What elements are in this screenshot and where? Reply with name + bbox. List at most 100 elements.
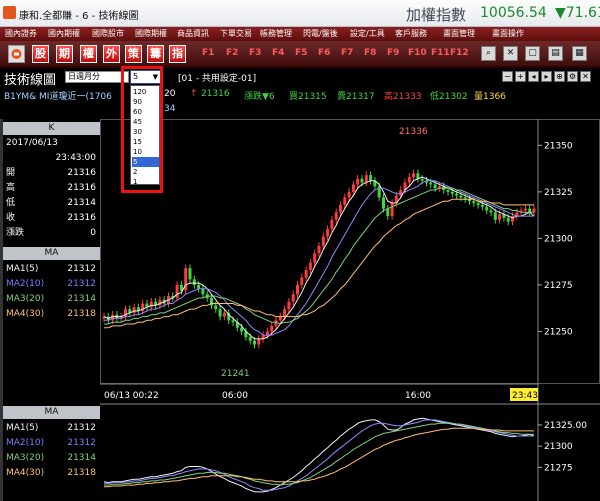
menu-service[interactable]: 客戶服務 [395,28,427,39]
up-arrow-icon: ↑ [190,89,198,99]
f7-key[interactable]: F7 [341,48,353,58]
info-value: 21312 [67,423,96,433]
menu-settings[interactable]: 設定/工具 [350,28,385,39]
search-icon[interactable]: ⌕ [481,46,496,61]
candle-body [296,284,299,295]
f9-key[interactable]: F9 [387,48,399,58]
info-label: MA4(30) [6,468,45,478]
window-icon[interactable]: ▢ [525,46,540,61]
y-tick-label: 21275 [544,281,573,291]
f8-key[interactable]: F8 [364,48,376,58]
candle-body [369,175,373,181]
info-row: 高 21316 [6,182,99,194]
candle-body [493,212,497,220]
settings-icon[interactable]: ⚙ [567,71,578,82]
candle-body [459,195,463,198]
arrow-right-icon[interactable]: ▸ [541,71,552,82]
info-row: MA3(20) 21314 [6,452,99,464]
close-icon[interactable]: ✕ [580,71,591,82]
stock-button[interactable]: 股 [32,45,49,63]
x-tick-label: 06/13 00:22 [104,391,159,401]
sub-y-tick-label: 21300 [544,442,573,452]
candle-body [429,182,433,185]
menu-securities[interactable]: 國內證券 [5,28,37,39]
candle-body [339,204,342,213]
tile-icon[interactable]: ▦ [572,46,587,61]
index-name: 加權指數 [406,6,467,24]
home-icon[interactable] [8,45,25,63]
index-change: ▼71.61 [555,5,600,21]
menu-flash[interactable]: 閃電/盤後 [303,28,338,39]
f4-key[interactable]: F4 [272,48,284,58]
candle-body [506,217,510,222]
candle-body [343,197,347,205]
menu-product-info[interactable]: 商品資訊 [177,28,209,39]
menu-intl-stocks[interactable]: 國際股市 [92,28,124,39]
candle-body [472,201,476,204]
menu-order[interactable]: 下單交易 [220,28,252,39]
index-value: 10056.54 [480,5,547,21]
info-row: MA2(10) 21312 [6,437,99,449]
info-value: 21312 [67,264,96,274]
sub-ma4-line [104,427,534,488]
candle-body [265,331,269,336]
period-type-select[interactable]: 日週月分 [65,71,129,83]
info-value: 21318 [67,309,96,319]
candle-body [192,279,196,285]
candle-body [231,320,235,323]
strategy-button[interactable]: 策 [125,45,142,63]
info-panel: K 2017/06/13 23:43:00 開 21316 高 21316 低 21314… [3,119,100,501]
candle-body [278,316,282,321]
f2-key[interactable]: F2 [226,48,238,58]
low-annotation: 21241 [221,369,250,379]
info-row: MA4(30) 21318 [6,308,99,320]
options-button[interactable]: 權 [80,45,97,63]
candle-body [326,229,330,237]
layout-name[interactable]: [01 - 共用設定-01] [178,71,256,84]
info-value: 0 [90,228,96,238]
f5-key[interactable]: F5 [295,48,307,58]
info-row: 漲跌 0 [6,227,99,239]
f10-key[interactable]: F10 [408,48,427,58]
index-button[interactable]: 指 [169,45,186,63]
close-all-icon[interactable]: ✕ [503,46,518,61]
minus-icon[interactable]: − [502,71,513,82]
candle-body [360,178,364,183]
foreign-button[interactable]: 外 [103,45,120,63]
f6-key[interactable]: F6 [318,48,330,58]
arrow-left-icon[interactable]: ◂ [528,71,539,82]
plus-icon[interactable]: + [515,71,526,82]
layout-icon[interactable]: ▤ [548,46,563,61]
ma4-line [104,198,534,329]
price-chart[interactable]: 21350 21325 21300 21275 21250 21336 21241 06/13… [100,119,600,501]
f12-key[interactable]: F12 [450,48,469,58]
quote-low: 低21302 [430,92,468,102]
info-label: MA3(20) [6,294,45,304]
f1-key[interactable]: F1 [202,48,214,58]
info-label: MA1(5) [6,423,39,433]
menu-screen-ops[interactable]: 畫面操作 [492,28,524,39]
f3-key[interactable]: F3 [249,48,261,58]
info-time: 23:43:00 [55,153,96,163]
candle-body [304,270,308,278]
menu-screen-mgmt[interactable]: 畫面管理 [443,28,475,39]
zoom-icon[interactable]: ⊕ [554,71,565,82]
info-label: MA2(10) [6,279,45,289]
highlight-box [121,66,163,193]
info-label: 開 [6,168,16,178]
candle-body [420,178,424,181]
futures-button[interactable]: 期 [56,45,73,63]
info-label: 低 [6,198,16,208]
menu-intl-futures[interactable]: 國際期權 [135,28,167,39]
candle-body [214,305,218,310]
candle-body [222,312,226,317]
candle-body [283,309,287,317]
menu-futures[interactable]: 國內期權 [48,28,80,39]
chips-button[interactable]: 籌 [147,45,164,63]
f11-key[interactable]: F11 [431,48,450,58]
candle-body [450,191,454,194]
menu-account[interactable]: 帳務管理 [260,28,292,39]
candle-body [382,197,385,209]
ma-header: MA [3,247,100,260]
candle-body [446,190,450,192]
